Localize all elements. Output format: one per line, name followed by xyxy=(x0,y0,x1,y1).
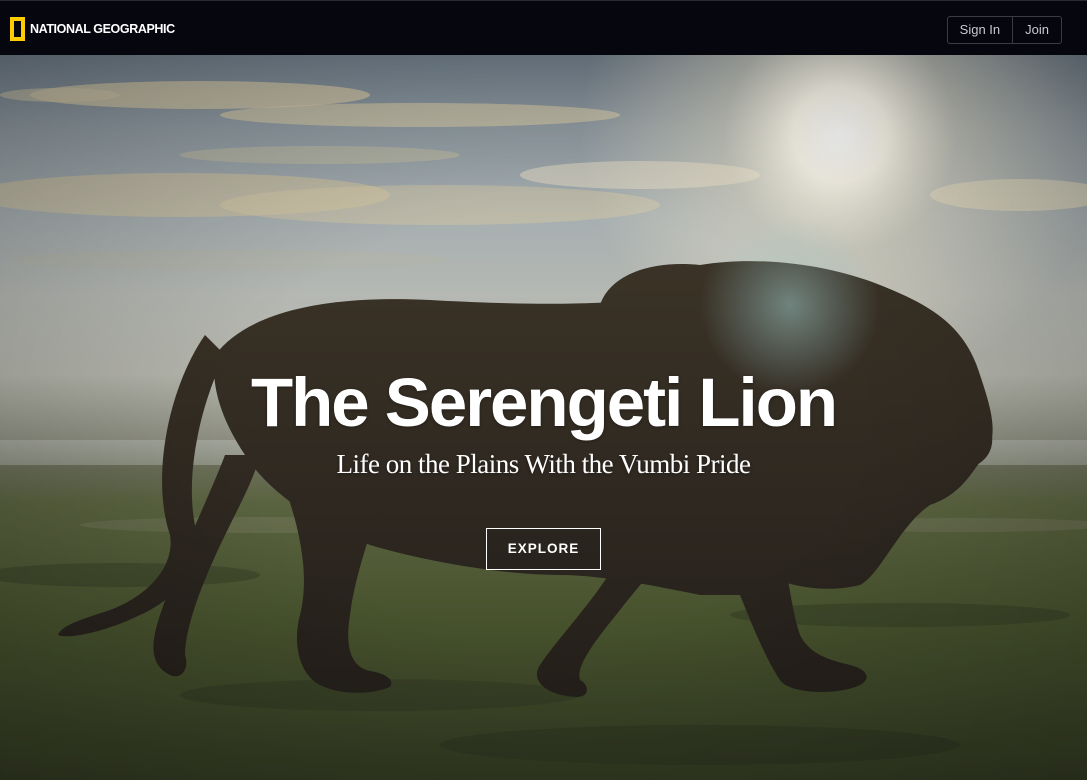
hero-section: The Serengeti Lion Life on the Plains Wi… xyxy=(0,55,1087,780)
hero-subtitle: Life on the Plains With the Vumbi Pride xyxy=(336,449,751,479)
national-geographic-logo[interactable]: NATIONAL GEOGRAPHIC xyxy=(10,14,175,44)
join-button[interactable]: Join xyxy=(1012,17,1061,43)
sign-in-button[interactable]: Sign In xyxy=(948,17,1012,43)
explore-button[interactable]: EXPLORE xyxy=(486,528,601,570)
auth-button-group: Sign In Join xyxy=(946,16,1062,44)
yellow-border-icon xyxy=(10,17,25,41)
brand-wordmark: NATIONAL GEOGRAPHIC xyxy=(30,22,175,36)
hero-title: The Serengeti Lion xyxy=(250,364,838,441)
top-navigation-bar: NATIONAL GEOGRAPHIC Sign In Join xyxy=(0,0,1087,55)
